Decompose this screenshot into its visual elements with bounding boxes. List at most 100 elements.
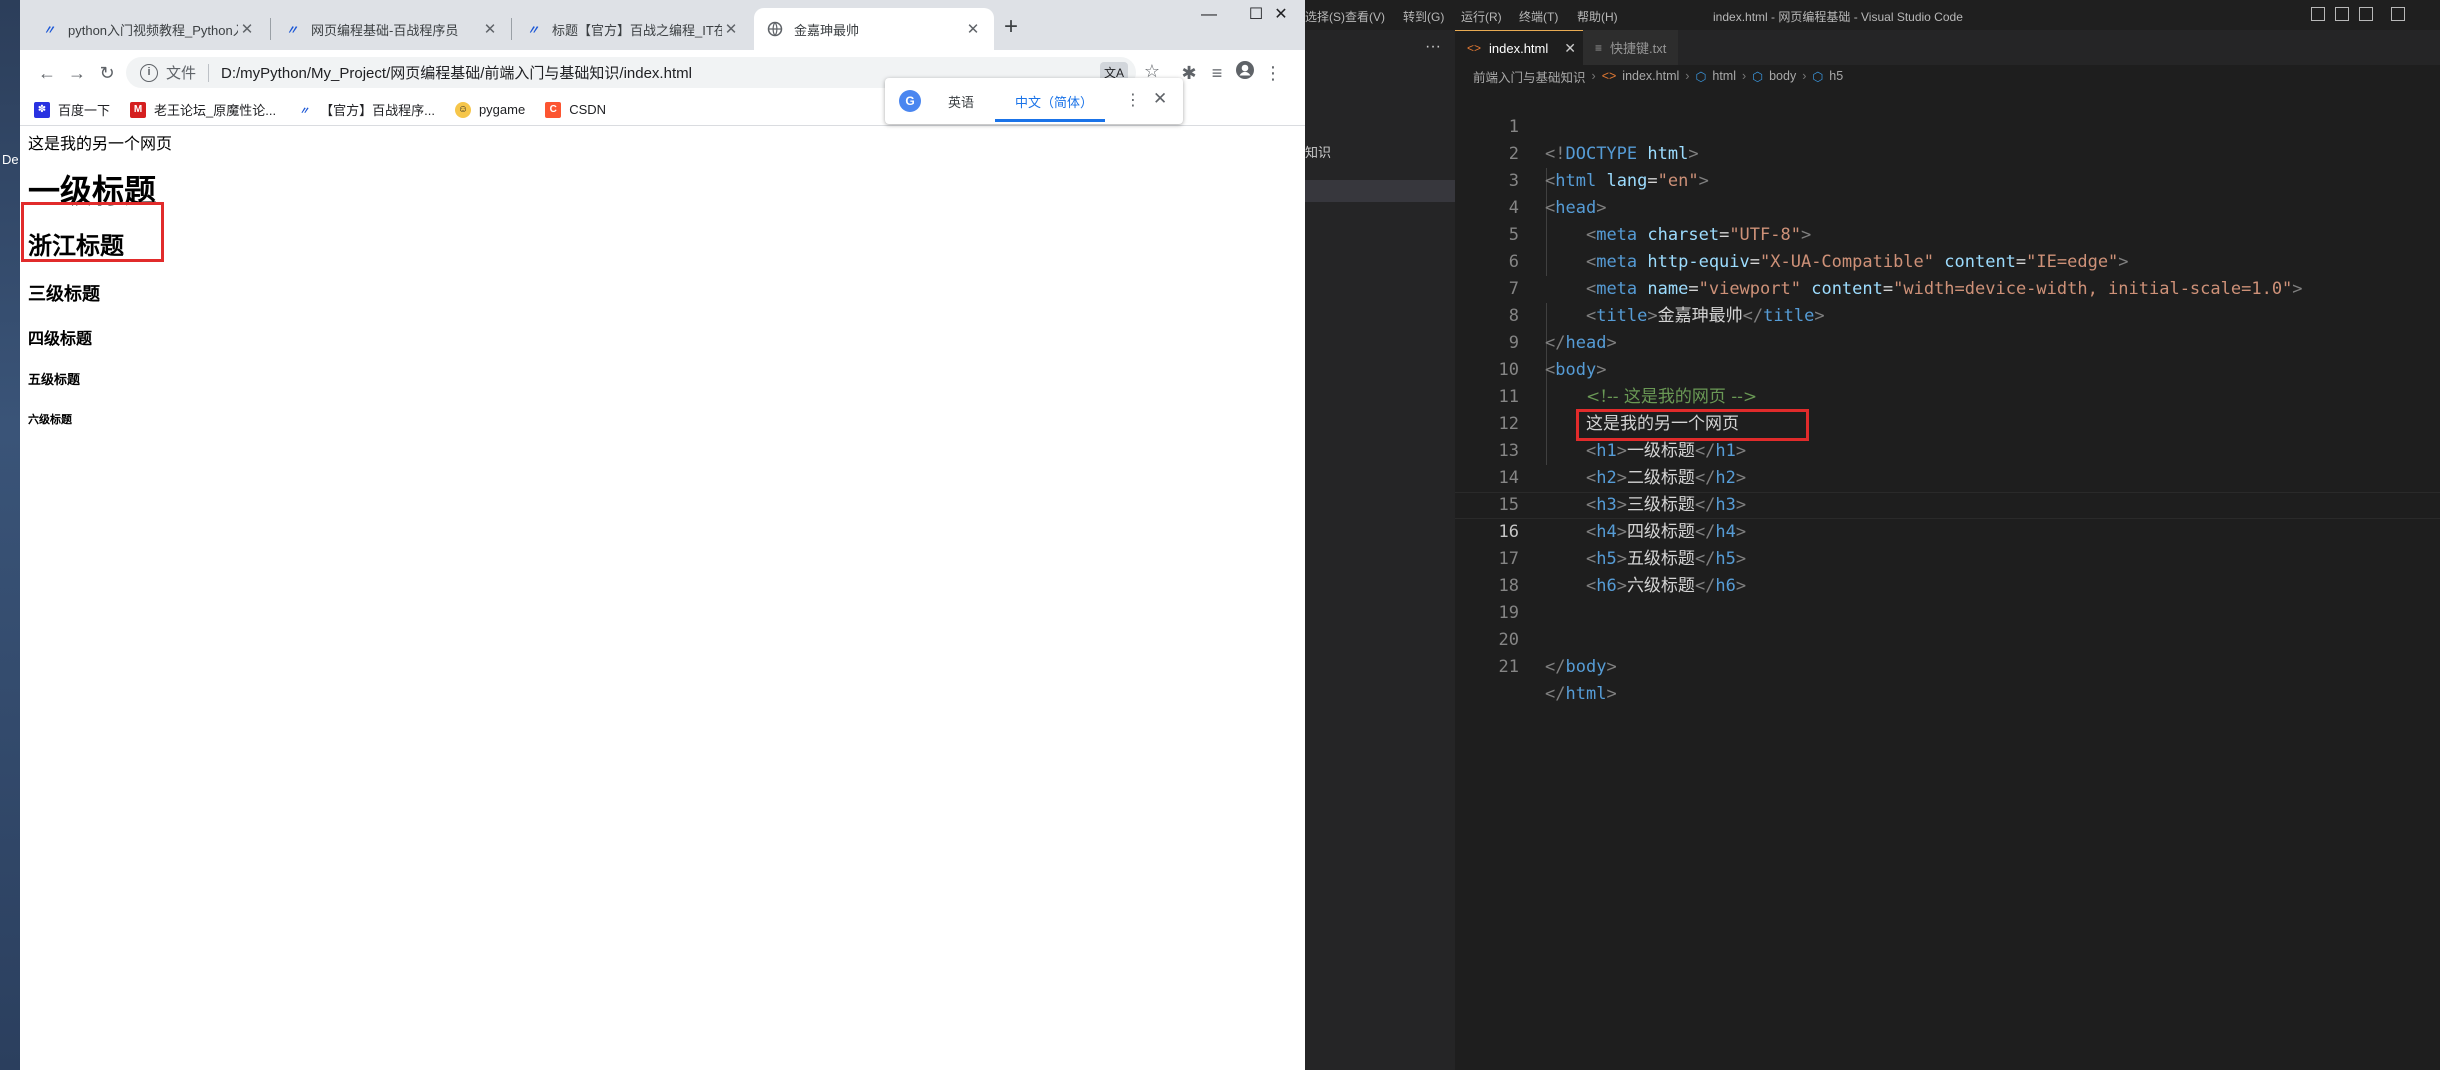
chevron-right-icon: › bbox=[1742, 69, 1747, 83]
bookmark-label: CSDN bbox=[569, 102, 607, 117]
code-line[interactable]: 12 <h1>一级标题</h1> bbox=[1455, 384, 2440, 461]
menu-help[interactable]: 帮助(H) bbox=[1577, 8, 1618, 25]
bookmark-pygame[interactable]: ☺ pygame bbox=[454, 101, 525, 118]
bookmark-baizhan[interactable]: 〃 【官方】百战程序... bbox=[296, 100, 435, 119]
browser-tab-python[interactable]: 〃 python入门视频教程_Python入 ✕ bbox=[28, 8, 268, 50]
close-tab-icon[interactable]: ✕ bbox=[722, 20, 740, 38]
code-line[interactable]: 1 <!DOCTYPE html> bbox=[1455, 87, 2440, 164]
forward-icon[interactable]: → bbox=[64, 60, 90, 86]
csdn-icon: C bbox=[545, 101, 562, 118]
address-url[interactable]: D:/myPython/My_Project/网页编程基础/前端入门与基础知识/… bbox=[221, 62, 692, 83]
desktop-background: De bbox=[0, 0, 20, 1070]
highlight-box bbox=[1576, 409, 1809, 441]
baizhan-icon: 〃 bbox=[42, 22, 55, 37]
chevron-right-icon: › bbox=[1685, 69, 1690, 83]
breadcrumb-item[interactable]: body bbox=[1769, 69, 1796, 83]
explorer-selected-item[interactable] bbox=[1305, 180, 1455, 202]
page-viewport: 这是我的另一个网页 一级标题 浙江标题 三级标题 四级标题 五级标题 六级标题 bbox=[20, 126, 1305, 1070]
breadcrumb-item[interactable]: 前端入门与基础知识 bbox=[1473, 67, 1586, 86]
editor-tab-index-html[interactable]: <> index.html ✕ bbox=[1455, 30, 1588, 65]
explorer-folder-label[interactable]: 知识 bbox=[1305, 142, 1331, 161]
bookmark-laowang[interactable]: M 老王论坛_原魔性论... bbox=[130, 100, 276, 119]
minimize-button[interactable]: — bbox=[1186, 0, 1232, 32]
page-h5: 五级标题 bbox=[28, 373, 81, 388]
bookmark-csdn[interactable]: C CSDN bbox=[545, 101, 607, 118]
code-line[interactable]: 6 <meta name="viewport" content="width=d… bbox=[1455, 222, 2440, 299]
code-line[interactable]: 17 <h6>六级标题</h6> bbox=[1455, 519, 2440, 596]
close-window-button[interactable]: ✕ bbox=[1258, 0, 1304, 32]
customize-layout-icon[interactable] bbox=[2391, 7, 2405, 21]
new-tab-button[interactable]: + bbox=[996, 12, 1026, 42]
element-icon: ⬡ bbox=[1752, 69, 1764, 84]
editor-tabs: <> index.html ✕ ≡ 快捷键.txt bbox=[1455, 30, 2440, 65]
code-line[interactable]: 3 <head> bbox=[1455, 141, 2440, 218]
highlight-box bbox=[21, 202, 164, 262]
browser-tab-heading[interactable]: 〃 标题【官方】百战之编程_IT在线 ✕ bbox=[512, 8, 752, 50]
code-line[interactable]: 8 </head> bbox=[1455, 276, 2440, 353]
code-line[interactable]: 2 <html lang="en"> bbox=[1455, 114, 2440, 191]
reload-icon[interactable]: ↻ bbox=[94, 60, 120, 86]
code-line[interactable]: 4 <meta charset="UTF-8"> bbox=[1455, 168, 2440, 245]
html-file-icon: <> bbox=[1467, 41, 1482, 55]
breadcrumb-item[interactable]: html bbox=[1712, 69, 1736, 83]
code-line[interactable]: 7 <title>金嘉珅最帅</title> bbox=[1455, 249, 2440, 326]
code-line[interactable]: 18 bbox=[1455, 546, 2440, 596]
translate-lang-source[interactable]: 英语 bbox=[948, 92, 974, 111]
toggle-panel-icon[interactable] bbox=[2335, 7, 2349, 21]
code-line[interactable]: 5 <meta http-equiv="X-UA-Compatible" con… bbox=[1455, 195, 2440, 272]
editor-tab-shortcuts[interactable]: ≡ 快捷键.txt bbox=[1583, 30, 1679, 65]
menu-selection[interactable]: 选择(S) bbox=[1305, 8, 1345, 25]
tag-name: html bbox=[1565, 684, 1607, 704]
browser-tab-web-basics[interactable]: 〃 网页编程基础-百战程序员 ✕ bbox=[271, 8, 511, 50]
code-line[interactable]: 20 </body> bbox=[1455, 600, 2440, 677]
translate-more-icon[interactable]: ⋮ bbox=[1125, 90, 1141, 110]
translate-popup: G 英语 中文（简体） ⋮ ✕ bbox=[885, 78, 1183, 124]
address-scheme: 文件 bbox=[166, 65, 197, 82]
back-icon[interactable]: ← bbox=[34, 60, 60, 86]
menu-terminal[interactable]: 终端(T) bbox=[1519, 8, 1558, 25]
toggle-secondary-sidebar-icon[interactable] bbox=[2359, 7, 2373, 21]
media-control-icon[interactable]: ≡ bbox=[1204, 60, 1230, 86]
code-line[interactable]: 9 <body> bbox=[1455, 303, 2440, 380]
bookmark-baidu[interactable]: ✽ 百度一下 bbox=[34, 100, 110, 119]
menu-run[interactable]: 运行(R) bbox=[1461, 8, 1502, 25]
breadcrumb-item[interactable]: h5 bbox=[1829, 69, 1843, 83]
element-icon: ⬡ bbox=[1695, 69, 1707, 84]
desktop-label: De bbox=[2, 152, 19, 167]
info-icon[interactable]: i bbox=[140, 63, 158, 82]
close-tab-icon[interactable]: ✕ bbox=[481, 20, 499, 38]
element-icon: ⬡ bbox=[1812, 69, 1824, 84]
translate-close-icon[interactable]: ✕ bbox=[1153, 89, 1167, 109]
close-editor-icon[interactable]: ✕ bbox=[1564, 40, 1576, 57]
code-line-current[interactable]: 16 <h5>五级标题</h5> bbox=[1455, 492, 2440, 569]
code-line[interactable]: 19 bbox=[1455, 573, 2440, 623]
close-tab-icon[interactable]: ✕ bbox=[964, 20, 982, 38]
breadcrumb-item[interactable]: index.html bbox=[1622, 69, 1679, 83]
baizhan-icon: 〃 bbox=[526, 22, 539, 37]
tab-title: python入门视频教程_Python入 bbox=[68, 22, 238, 38]
explorer-sidebar: ··· 知识 bbox=[1305, 30, 1455, 1070]
code-editor[interactable]: 1 <!DOCTYPE html> 2 <html lang="en"> 3 <… bbox=[1455, 87, 2440, 1070]
code-line[interactable]: 14 <h3>三级标题</h3> bbox=[1455, 438, 2440, 515]
text-file-icon: ≡ bbox=[1595, 40, 1603, 55]
menu-view[interactable]: 查看(V) bbox=[1345, 8, 1385, 25]
code-line[interactable]: 11 这是我的另一个网页 bbox=[1455, 357, 2440, 434]
code-line[interactable]: 15 <h4>四级标题</h4> bbox=[1455, 465, 2440, 542]
translate-lang-target[interactable]: 中文（简体） bbox=[1015, 92, 1093, 111]
line-number: 21 bbox=[1498, 657, 1519, 677]
close-tab-icon[interactable]: ✕ bbox=[238, 20, 256, 38]
chrome-window: 〃 python入门视频教程_Python入 ✕ 〃 网页编程基础-百战程序员 … bbox=[20, 0, 1305, 1070]
baizhan-icon: 〃 bbox=[285, 22, 298, 37]
menu-dots-icon[interactable]: ⋮ bbox=[1260, 60, 1286, 86]
code-line[interactable]: 10 <!-- 这是我的网页 --> bbox=[1455, 330, 2440, 407]
profile-avatar-icon[interactable] bbox=[1232, 60, 1258, 86]
menu-goto[interactable]: 转到(G) bbox=[1403, 8, 1444, 25]
more-actions-icon[interactable]: ··· bbox=[1425, 38, 1441, 56]
browser-tab-active[interactable]: 金嘉珅最帅 ✕ bbox=[754, 8, 994, 50]
tab-title: 金嘉珅最帅 bbox=[794, 22, 860, 38]
page-h3: 三级标题 bbox=[28, 284, 100, 305]
globe-icon bbox=[766, 20, 784, 38]
code-line[interactable]: 21 </html> bbox=[1455, 627, 2440, 704]
toggle-sidebar-icon[interactable] bbox=[2311, 7, 2325, 21]
bookmark-label: 老王论坛_原魔性论... bbox=[154, 103, 277, 118]
